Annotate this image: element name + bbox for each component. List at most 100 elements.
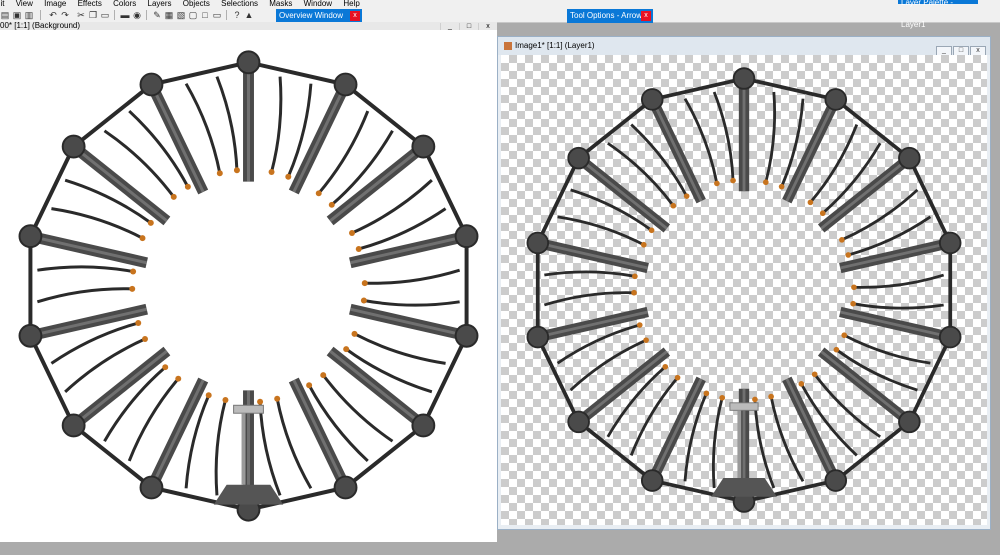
- cable: [37, 265, 134, 273]
- cable: [852, 302, 944, 310]
- cable-tip: [640, 241, 647, 248]
- tube-cap: [333, 475, 358, 500]
- image-doc-icon: [504, 41, 512, 50]
- cable-tip: [841, 332, 848, 339]
- tube-highlight: [35, 236, 148, 265]
- cable-tip: [752, 396, 758, 403]
- tube-cap: [411, 134, 436, 159]
- image-icon[interactable]: ▦: [164, 10, 174, 20]
- tube-highlight: [35, 307, 148, 336]
- cable: [363, 299, 460, 307]
- tube-cap: [898, 146, 921, 170]
- menu-masks[interactable]: Masks: [269, 0, 292, 8]
- close-button[interactable]: x: [478, 23, 497, 30]
- open-icon[interactable]: ▤: [0, 10, 10, 20]
- tube-cap: [938, 325, 962, 349]
- cable: [853, 273, 945, 289]
- left-window-titlebar[interactable]: 00* [1:1] (Background) _ □ x: [0, 22, 497, 30]
- tube-highlight: [839, 242, 946, 270]
- menu-view[interactable]: View: [16, 0, 33, 8]
- cable-tip: [285, 173, 292, 180]
- menu-image[interactable]: Image: [44, 0, 66, 8]
- paste-icon[interactable]: ▭: [100, 10, 110, 20]
- cable-tip: [833, 346, 840, 353]
- frame-icon[interactable]: ▢: [188, 10, 198, 20]
- redo-icon[interactable]: ↷: [60, 10, 70, 20]
- cable-tip: [130, 268, 137, 275]
- cable-tip: [147, 219, 154, 226]
- left-image-window[interactable]: 00* [1:1] (Background) _ □ x: [0, 22, 497, 542]
- right-window-titlebar[interactable]: Image1* [1:1] (Layer1) _ □ x: [498, 37, 990, 56]
- cable-tip: [355, 245, 362, 252]
- scanner-icon[interactable]: ▬: [120, 10, 130, 20]
- save-icon[interactable]: ▣: [12, 10, 22, 20]
- copy-icon[interactable]: ❐: [88, 10, 98, 20]
- overview-window-titlebar[interactable]: Overview Window x: [276, 9, 362, 23]
- browse-icon[interactable]: ◉: [132, 10, 142, 20]
- cable-tip: [205, 392, 212, 399]
- fullscreen-icon[interactable]: □: [200, 10, 210, 20]
- cable-tip: [142, 336, 148, 343]
- cable: [215, 76, 239, 171]
- monitor-icon[interactable]: ▭: [212, 10, 222, 20]
- print-icon[interactable]: ▥: [24, 10, 34, 20]
- cable-tip: [778, 183, 785, 190]
- minimize-button[interactable]: _: [440, 23, 459, 30]
- tube-cap: [18, 224, 43, 249]
- tube-cap: [454, 224, 479, 249]
- tube-cap: [236, 50, 261, 75]
- cable-tip: [268, 169, 275, 175]
- cable-tip: [343, 346, 350, 353]
- cable-tip: [819, 210, 826, 217]
- cable-tip: [719, 394, 726, 401]
- tool-options-close-button[interactable]: x: [641, 11, 651, 21]
- cable: [322, 374, 394, 443]
- cable-tip: [762, 179, 769, 186]
- menu-help[interactable]: Help: [343, 0, 359, 8]
- menu-objects[interactable]: Objects: [183, 0, 210, 8]
- cable: [607, 142, 675, 207]
- cable-tip: [320, 372, 327, 379]
- menu-effects[interactable]: Effects: [78, 0, 102, 8]
- stand-base: [711, 478, 777, 497]
- cable: [711, 397, 724, 489]
- menu-window[interactable]: Window: [304, 0, 332, 8]
- transparent-canvas[interactable]: [501, 55, 987, 525]
- undo-icon[interactable]: ↶: [48, 10, 58, 20]
- tool-options-titlebar[interactable]: Tool Options - Arrow x: [567, 9, 653, 23]
- stand-base: [213, 484, 284, 505]
- menu-colors[interactable]: Colors: [113, 0, 136, 8]
- cable-tip: [233, 167, 240, 174]
- stand-bracket: [233, 404, 264, 414]
- cable: [557, 215, 645, 247]
- menu-layers[interactable]: Layers: [148, 0, 172, 8]
- tube-highlight: [542, 310, 649, 338]
- cut-icon[interactable]: ✂: [76, 10, 86, 20]
- help-icon[interactable]: ?: [232, 10, 242, 20]
- cable-tip: [184, 183, 191, 190]
- cable-tip: [306, 382, 313, 389]
- layers-icon[interactable]: ▧: [176, 10, 186, 20]
- right-image-window[interactable]: Image1* [1:1] (Layer1) _ □ x: [497, 36, 991, 530]
- overview-window-title: Overview Window: [279, 11, 344, 20]
- left-canvas[interactable]: [0, 30, 497, 542]
- cable-tip: [361, 280, 368, 287]
- cable-tip: [315, 190, 322, 197]
- tube-cap: [526, 325, 550, 349]
- cable-tip: [222, 397, 229, 403]
- brush-icon[interactable]: ✎: [152, 10, 162, 20]
- tube-cap: [938, 231, 962, 255]
- cable-tip: [216, 170, 223, 177]
- overview-close-button[interactable]: x: [350, 11, 360, 21]
- tube-highlight: [349, 236, 462, 265]
- menu-edit[interactable]: dit: [0, 0, 4, 8]
- lock-icon[interactable]: ▲: [244, 10, 254, 20]
- cable-tip: [703, 390, 710, 397]
- cable-tip: [674, 374, 681, 381]
- cable-tip: [139, 235, 146, 242]
- maximize-button[interactable]: □: [459, 23, 478, 30]
- toolbar-separator: [114, 10, 115, 20]
- tool-options-title: Tool Options - Arrow: [570, 11, 643, 20]
- layer-palette-titlebar[interactable]: Layer Palette - Layer1: [898, 0, 978, 29]
- menu-selections[interactable]: Selections: [221, 0, 258, 8]
